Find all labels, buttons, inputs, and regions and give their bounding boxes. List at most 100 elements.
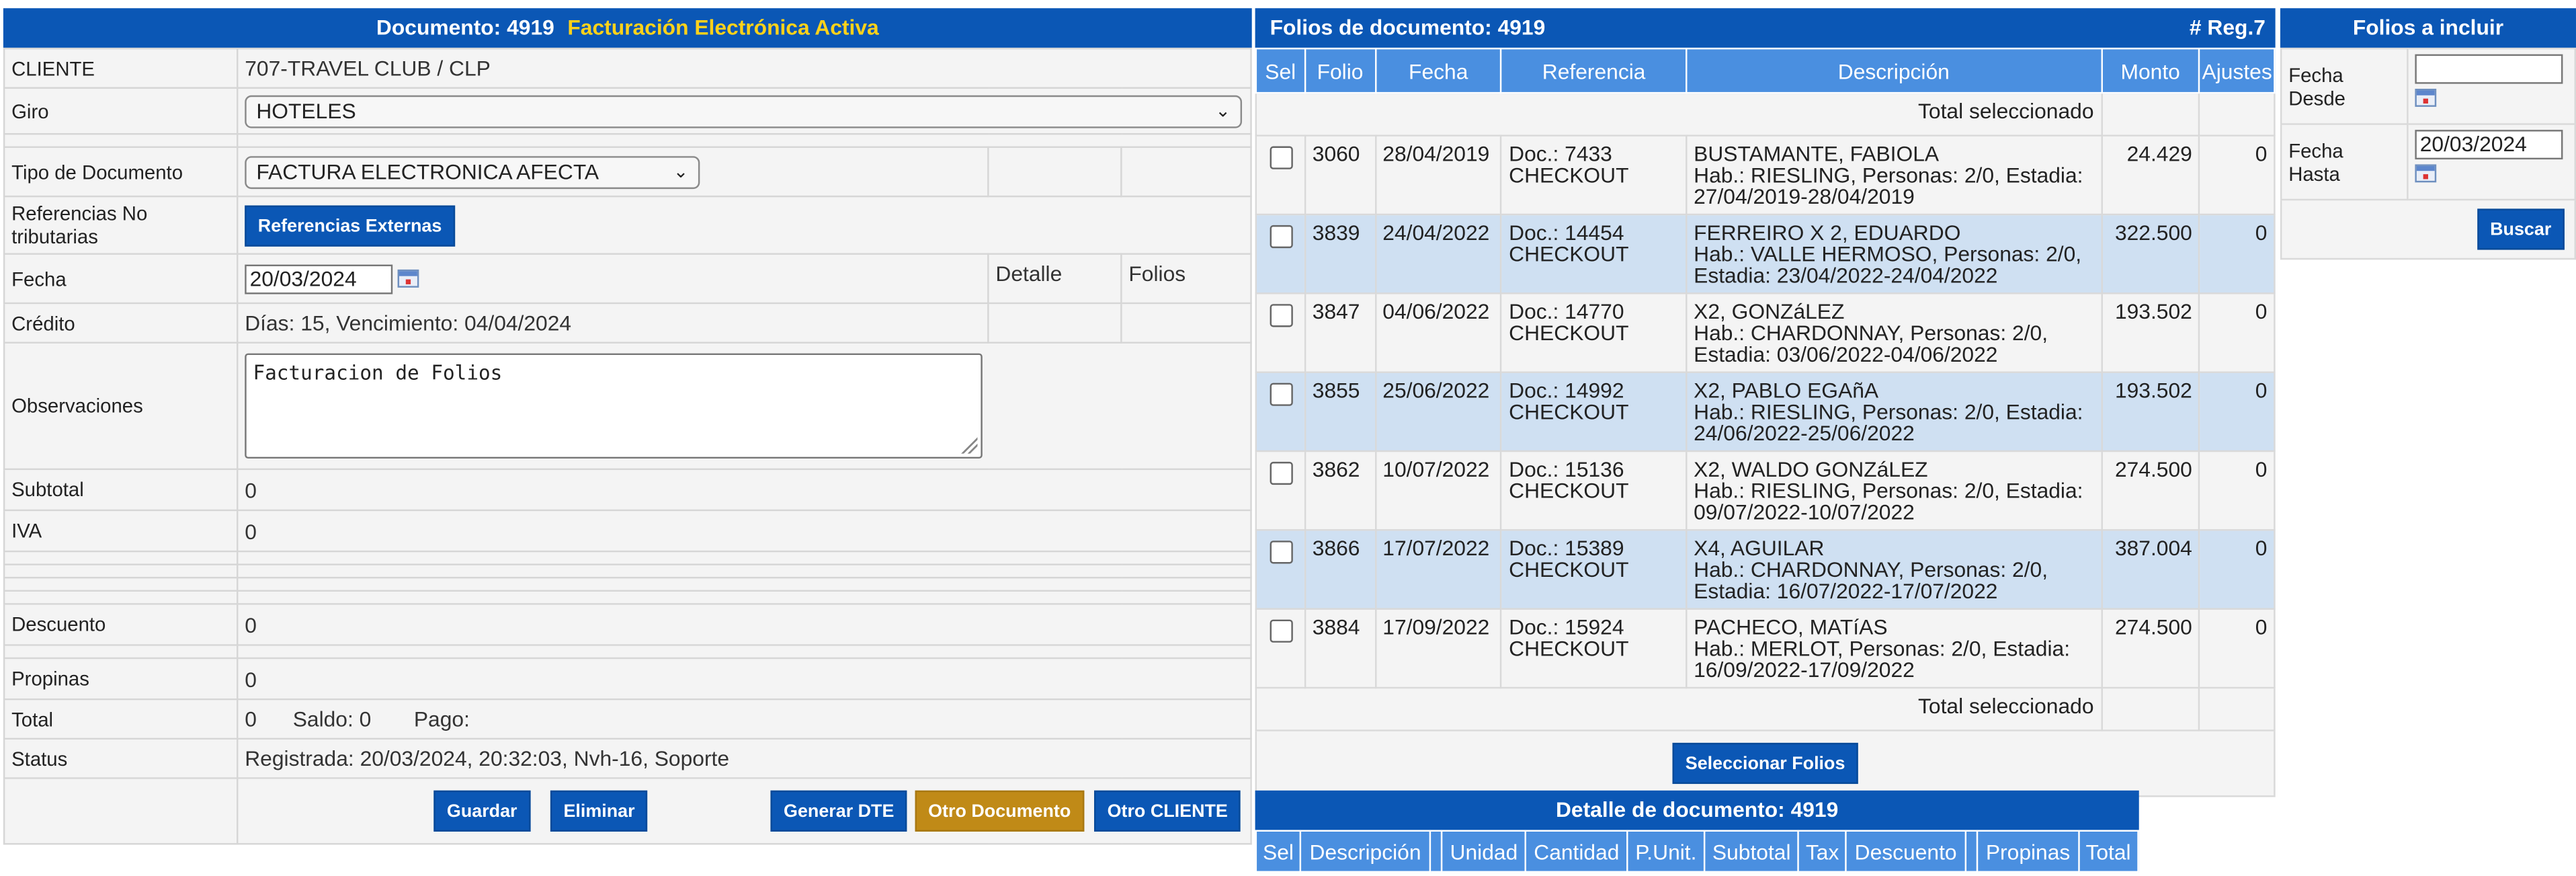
folio-monto: 387.004: [2100, 529, 2201, 610]
folio-ref-status: CHECKOUT: [1509, 399, 1629, 424]
detalle-col-8: Descuento: [1845, 830, 1966, 873]
folio-row[interactable]: 3060 28/04/2019 Doc.: 7433 CHECKOUT BUSTAMAN…: [1255, 134, 2276, 216]
guardar-button[interactable]: Guardar: [433, 790, 531, 832]
folio-monto: 24.429: [2100, 134, 2201, 216]
folio-descripcion: FERREIRO X 2, EDUARDO Hab.: VALLE HERMOSO…: [1685, 213, 2102, 294]
detalle-title: Detalle de documento: 4919: [1555, 797, 1839, 822]
propinas-label: Propinas: [3, 657, 239, 701]
otro-documento-button[interactable]: Otro Documento: [915, 790, 1084, 832]
folio-fecha: 17/09/2022: [1374, 608, 1503, 689]
facturacion-status: Facturación Electrónica Activa: [567, 15, 879, 40]
folio-number: 3060: [1304, 134, 1376, 216]
folios-header: Folios de documento: 4919 # Reg.7: [1255, 8, 2276, 48]
folio-select-cell: [1255, 134, 1306, 216]
folio-referencia: Doc.: 7433 CHECKOUT: [1500, 134, 1688, 216]
fecha-hasta-input[interactable]: 20/03/2024: [2415, 130, 2563, 160]
folio-referencia: Doc.: 14992 CHECKOUT: [1500, 371, 1688, 452]
folio-desc-estadia: 09/07/2022-10/07/2022: [1694, 500, 1915, 524]
total-seleccionado-row: Total seleccionado: [1255, 686, 2276, 731]
folio-checkbox[interactable]: [1270, 383, 1293, 406]
folio-ref-status: CHECKOUT: [1509, 636, 1629, 661]
generar-dte-button[interactable]: Generar DTE: [770, 790, 907, 832]
folio-ref-status: CHECKOUT: [1509, 163, 1629, 188]
seleccionar-folios-button[interactable]: Seleccionar Folios: [1672, 742, 1858, 785]
folio-ajustes: 0: [2198, 450, 2276, 531]
subtotal-value: 0: [245, 477, 257, 502]
giro-select[interactable]: HOTELES ⌄: [245, 94, 1243, 128]
folio-row[interactable]: 3847 04/06/2022 Doc.: 14770 CHECKOUT X2, GON…: [1255, 292, 2276, 373]
fecha-desde-input[interactable]: [2415, 54, 2563, 84]
otro-cliente-button[interactable]: Otro CLIENTE: [1094, 790, 1241, 832]
credito-label: Crédito: [3, 302, 239, 344]
status-value: Registrada: 20/03/2024, 20:32:03, Nvh-16…: [245, 746, 730, 771]
folio-desc-estadia: 27/04/2019-28/04/2019: [1694, 184, 1915, 209]
folio-select-cell: [1255, 450, 1306, 531]
folio-row[interactable]: 3862 10/07/2022 Doc.: 15136 CHECKOUT X2, WAL…: [1255, 450, 2276, 531]
observaciones-textarea[interactable]: Facturacion de Folios: [245, 353, 983, 459]
referencias-externas-button[interactable]: Referencias Externas: [245, 204, 455, 246]
folio-number: 3884: [1304, 608, 1376, 689]
tipo-documento-select[interactable]: FACTURA ELECTRONICA AFECTA ⌄: [245, 155, 700, 188]
giro-select-value: HOTELES: [256, 97, 356, 123]
folio-number: 3855: [1304, 371, 1376, 452]
incluir-panel: Folios a incluir Fecha Desde Fecha Hasta…: [2280, 8, 2576, 260]
observaciones-text: Facturacion de Folios: [253, 361, 503, 385]
folio-checkbox[interactable]: [1270, 619, 1293, 643]
folio-desc-estadia: Estadia: 23/04/2022-24/04/2022: [1694, 263, 1998, 288]
detalle-col-9: [1964, 830, 1979, 873]
incluir-title: Folios a incluir: [2352, 15, 2504, 40]
calendar-icon[interactable]: [398, 269, 420, 288]
folio-checkbox[interactable]: [1270, 225, 1293, 249]
folio-desc-estadia: 16/09/2022-17/09/2022: [1694, 657, 1915, 682]
detalle-col-2: [1429, 830, 1444, 873]
folio-row[interactable]: 3855 25/06/2022 Doc.: 14992 CHECKOUT X2, PAB…: [1255, 371, 2276, 452]
buscar-button[interactable]: Buscar: [2477, 208, 2565, 250]
fecha-hasta-label: Fecha Hasta: [2280, 123, 2409, 201]
folio-row[interactable]: 3839 24/04/2022 Doc.: 14454 CHECKOUT FERREIR…: [1255, 213, 2276, 294]
subtotal-label: Subtotal: [3, 468, 239, 512]
total-value: 0: [245, 707, 257, 731]
folio-referencia: Doc.: 15389 CHECKOUT: [1500, 529, 1688, 610]
detalle-col-7: Tax: [1798, 830, 1847, 873]
col-sel: Sel: [1255, 47, 1306, 94]
detalle-col-5: P.Unit.: [1626, 830, 1706, 873]
status-label: Status: [3, 738, 239, 779]
folio-fecha: 04/06/2022: [1374, 292, 1503, 373]
folio-desc-estadia: Estadia: 03/06/2022-04/06/2022: [1694, 342, 1998, 367]
folio-monto: 193.502: [2100, 371, 2201, 452]
folios-panel: Folios de documento: 4919 # Reg.7 Sel Fo…: [1255, 8, 2276, 797]
calendar-icon[interactable]: [2415, 89, 2437, 108]
folio-desc-estadia: Estadia: 16/07/2022-17/07/2022: [1694, 578, 1998, 604]
detalle-col-1: Descripción: [1299, 830, 1431, 873]
folio-checkbox[interactable]: [1270, 304, 1293, 327]
folio-ref-status: CHECKOUT: [1509, 557, 1629, 582]
folio-checkbox[interactable]: [1270, 461, 1293, 485]
calendar-icon[interactable]: [2415, 165, 2437, 184]
total-seleccionado-label: Total seleccionado: [1255, 686, 2102, 731]
folios-title: Folios de documento: 4919: [1270, 15, 1546, 40]
documento-panel: Documento: 4919 Facturación Electrónica A…: [3, 8, 1252, 845]
detalle-col-11: Total: [2077, 830, 2139, 873]
folio-ajustes: 0: [2198, 529, 2276, 610]
tipo-label: Tipo de Documento: [3, 146, 239, 198]
folio-ajustes: 0: [2198, 213, 2276, 294]
col-descripcion: Descripción: [1685, 47, 2102, 94]
incluir-form: Fecha Desde Fecha Hasta 20/03/2024 Busca…: [2280, 47, 2576, 260]
observaciones-label: Observaciones: [3, 342, 239, 471]
folio-number: 3866: [1304, 529, 1376, 610]
folio-number: 3839: [1304, 213, 1376, 294]
folio-row[interactable]: 3866 17/07/2022 Doc.: 15389 CHECKOUT X4, AGU…: [1255, 529, 2276, 610]
eliminar-button[interactable]: Eliminar: [550, 790, 649, 832]
iva-value: 0: [245, 518, 257, 543]
folio-row[interactable]: 3884 17/09/2022 Doc.: 15924 CHECKOUT PACHECO…: [1255, 608, 2276, 689]
fecha-input[interactable]: 20/03/2024: [245, 264, 393, 294]
total-seleccionado-label: Total seleccionado: [1255, 91, 2102, 136]
folio-monto: 274.500: [2100, 608, 2201, 689]
folio-checkbox[interactable]: [1270, 146, 1293, 169]
folio-checkbox[interactable]: [1270, 541, 1293, 564]
resize-handle-icon[interactable]: [961, 437, 978, 454]
folio-fecha: 17/07/2022: [1374, 529, 1503, 610]
col-referencia: Referencia: [1500, 47, 1688, 94]
documento-title: Documento: 4919: [376, 15, 554, 40]
folio-select-cell: [1255, 292, 1306, 373]
